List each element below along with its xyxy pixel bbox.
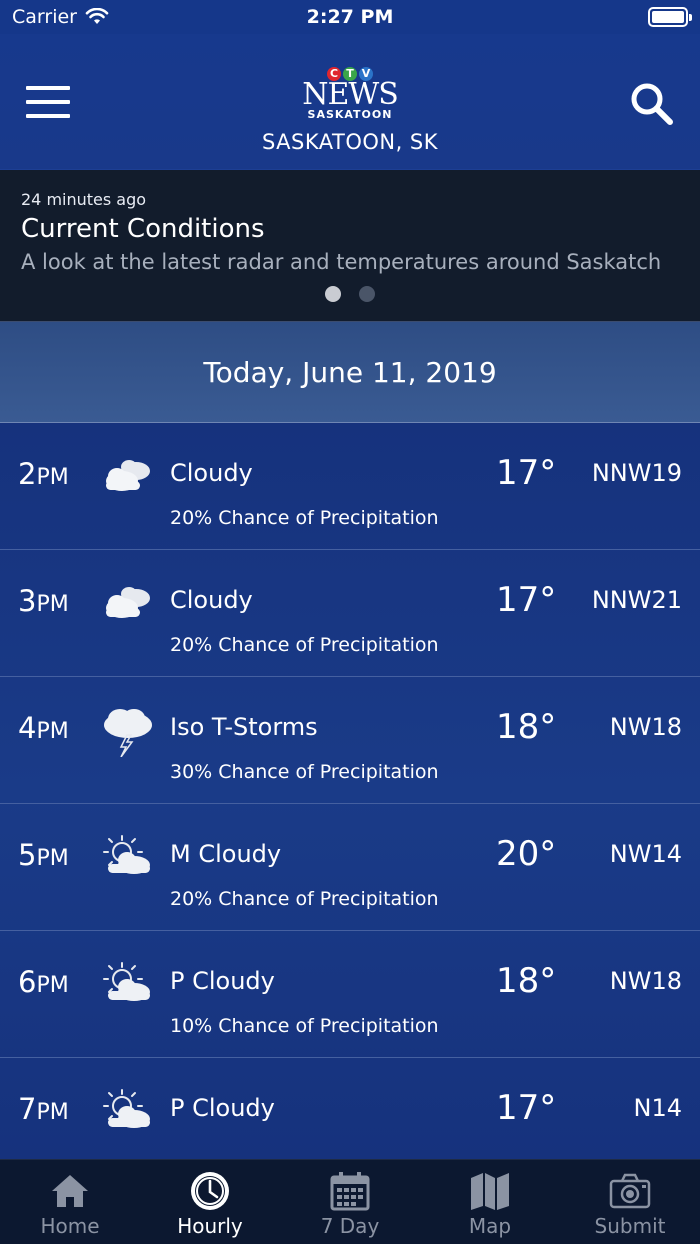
hour-precipitation: 20% Chance of Precipitation	[170, 507, 439, 529]
hourly-forecast-list[interactable]: 2PM Cloudy 17° NNW19 20% Chance of Preci…	[0, 423, 700, 1159]
hour-row[interactable]: 6PM P Cloudy 18° NW18 10% Chance of Prec…	[0, 931, 700, 1058]
pager-dot-1[interactable]	[325, 286, 341, 302]
sun-cloud-icon	[103, 1089, 151, 1129]
hour-temperature: 17°	[496, 1088, 557, 1128]
tab-bar: Home Hourly 7 Day Map Submit	[0, 1159, 700, 1244]
hour-wind: NNW19	[591, 459, 682, 487]
hour-temperature: 18°	[496, 707, 557, 747]
cloudy-icon	[106, 460, 150, 491]
search-icon	[631, 83, 673, 125]
hour-time: 4PM	[18, 711, 69, 745]
carrier-label: Carrier	[12, 6, 77, 28]
hour-precipitation: 10% Chance of Precipitation	[170, 1015, 439, 1037]
hour-row[interactable]: 3PM Cloudy 17° NNW21 20% Chance of Preci…	[0, 550, 700, 677]
hour-precipitation: 20% Chance of Precipitation	[170, 888, 439, 910]
hour-wind: NW18	[609, 967, 682, 995]
map-icon	[471, 1173, 509, 1210]
tab-map[interactable]: Map	[420, 1160, 560, 1244]
hour-time: 6PM	[18, 965, 69, 999]
hour-row[interactable]: 5PM M Cloudy 20° NW14 20% Chance of Prec…	[0, 804, 700, 931]
hour-wind: NNW21	[591, 586, 682, 614]
hour-wind: NW18	[609, 713, 682, 741]
hour-row[interactable]: 4PM Iso T-Storms 18° NW18 30% Chance of …	[0, 677, 700, 804]
calendar-icon	[330, 1172, 370, 1211]
hour-row[interactable]: 7PM P Cloudy 17° N14	[0, 1058, 700, 1159]
banner-description: A look at the latest radar and temperatu…	[21, 250, 661, 274]
hour-condition: Iso T-Storms	[170, 713, 318, 741]
hour-condition: M Cloudy	[170, 840, 282, 868]
search-button[interactable]	[628, 80, 676, 128]
logo-news-text: NEWS	[302, 77, 399, 112]
hour-wind: N14	[633, 1094, 683, 1122]
tab-label: Hourly	[177, 1214, 243, 1238]
tab-submit[interactable]: Submit	[560, 1160, 700, 1244]
ctv-news-logo: C T V NEWS SASKATOON	[0, 62, 700, 121]
tab-label: Home	[40, 1214, 100, 1238]
banner-timestamp: 24 minutes ago	[21, 190, 147, 209]
hour-condition: P Cloudy	[170, 1094, 275, 1122]
app-header: C T V NEWS SASKATOON SASKATOON, SK	[0, 34, 700, 170]
camera-icon	[609, 1173, 651, 1209]
hour-time: 3PM	[18, 584, 69, 618]
hour-temperature: 18°	[496, 961, 557, 1001]
hour-row[interactable]: 2PM Cloudy 17° NNW19 20% Chance of Preci…	[0, 423, 700, 550]
hour-condition: Cloudy	[170, 459, 253, 487]
hour-condition: P Cloudy	[170, 967, 275, 995]
status-left: Carrier	[12, 6, 109, 28]
hour-precipitation: 30% Chance of Precipitation	[170, 761, 439, 783]
cloudy-icon	[106, 587, 150, 618]
hour-precipitation: 20% Chance of Precipitation	[170, 634, 439, 656]
pager-dot-2[interactable]	[359, 286, 375, 302]
wifi-icon	[85, 8, 109, 24]
hour-temperature: 17°	[496, 453, 557, 493]
location-label: SASKATOON, SK	[261, 130, 439, 154]
clock-icon	[191, 1172, 229, 1210]
hour-time: 5PM	[18, 838, 69, 872]
tab-7-day[interactable]: 7 Day	[280, 1160, 420, 1244]
battery-icon	[648, 7, 692, 27]
thunderstorm-icon	[103, 708, 153, 757]
sun-cloud-icon	[103, 962, 151, 1002]
news-banner[interactable]: 24 minutes ago Current Conditions A look…	[0, 170, 700, 322]
tab-hourly[interactable]: Hourly	[140, 1160, 280, 1244]
banner-title: Current Conditions	[21, 214, 265, 244]
sun-cloud-icon	[103, 835, 151, 875]
pager-dots	[0, 286, 700, 302]
status-bar: Carrier 2:27 PM	[0, 0, 700, 34]
logo-city-text: SASKATOON	[307, 108, 393, 121]
hour-temperature: 20°	[496, 834, 557, 874]
tab-label: 7 Day	[320, 1214, 380, 1238]
date-header: Today, June 11, 2019	[0, 322, 700, 423]
hour-condition: Cloudy	[170, 586, 253, 614]
tab-label: Map	[468, 1214, 512, 1238]
hour-time: 7PM	[18, 1092, 69, 1126]
tab-label: Submit	[594, 1214, 666, 1238]
hour-wind: NW14	[609, 840, 682, 868]
home-icon	[52, 1175, 88, 1207]
tab-home[interactable]: Home	[0, 1160, 140, 1244]
hour-temperature: 17°	[496, 580, 557, 620]
hour-time: 2PM	[18, 457, 69, 491]
